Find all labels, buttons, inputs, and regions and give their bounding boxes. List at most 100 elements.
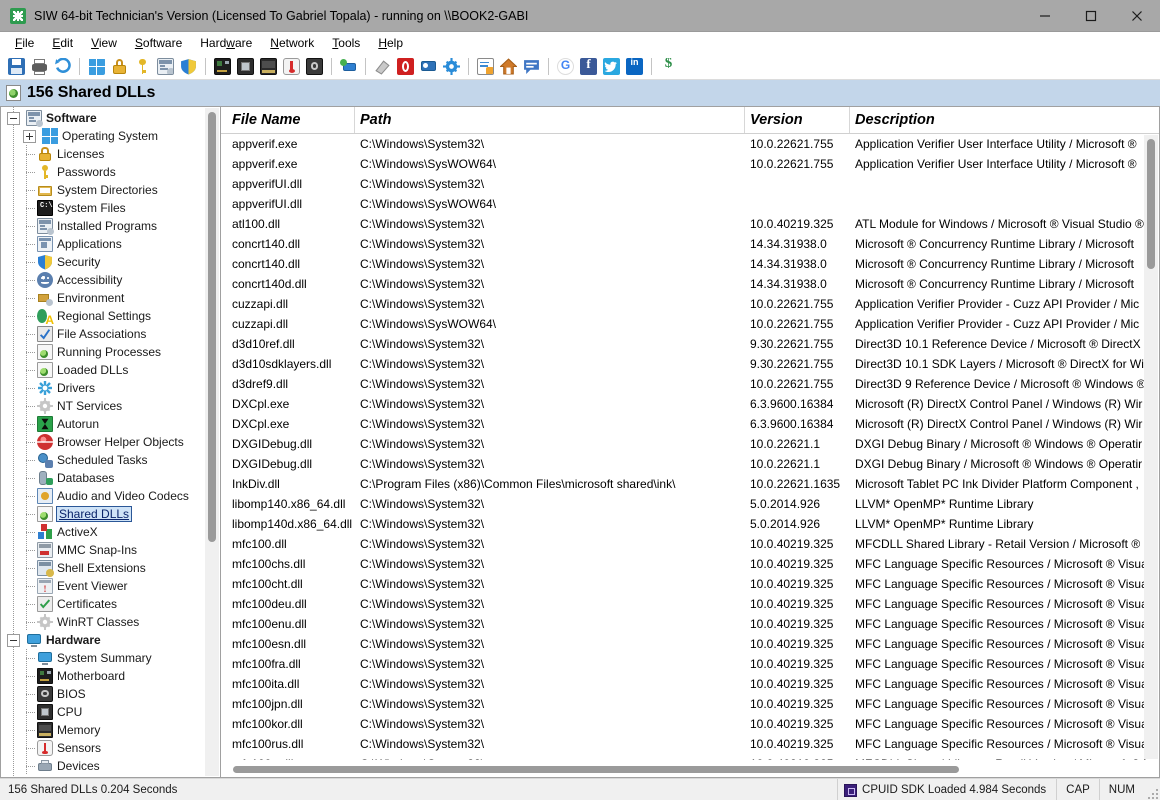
- tree-item-licenses[interactable]: Licenses: [1, 145, 220, 163]
- resize-grip[interactable]: [1144, 779, 1160, 800]
- table-row[interactable]: concrt140.dll C:\Windows\System32\ 14.34.3…: [227, 234, 1159, 254]
- remote-desktop-icon[interactable]: [420, 58, 437, 75]
- feedback-icon[interactable]: [523, 58, 540, 75]
- tree-item-mmc-snap-ins[interactable]: MMC Snap-Ins: [1, 541, 220, 559]
- table-row[interactable]: DXCpl.exe C:\Windows\System32\ 6.3.9600.16…: [227, 414, 1159, 434]
- tree-item-installed-programs[interactable]: Installed Programs: [1, 217, 220, 235]
- tree-item-regional-settings[interactable]: A Regional Settings: [1, 307, 220, 327]
- menu-edit[interactable]: Edit: [43, 34, 82, 52]
- cpu-icon[interactable]: [237, 58, 254, 75]
- tree-item-activex[interactable]: ActiveX: [1, 523, 220, 541]
- table-row[interactable]: mfc100jpn.dll C:\Windows\System32\ 10.0.40…: [227, 694, 1159, 714]
- table-row[interactable]: appverif.exe C:\Windows\SysWOW64\ 10.0.226…: [227, 154, 1159, 174]
- tree-item-sensors[interactable]: Sensors: [1, 739, 220, 757]
- tree-item-operating-system[interactable]: Operating System: [1, 127, 220, 145]
- tree-item-passwords[interactable]: Passwords: [1, 163, 220, 181]
- tree-item-bios[interactable]: BIOS: [1, 685, 220, 703]
- linkedin-icon[interactable]: in: [626, 58, 643, 75]
- storage-disk-icon[interactable]: [306, 58, 323, 75]
- table-row[interactable]: mfc100chs.dll C:\Windows\System32\ 10.0.40…: [227, 554, 1159, 574]
- menu-tools[interactable]: Tools: [323, 34, 369, 52]
- donate-dollar-icon[interactable]: $: [660, 58, 677, 75]
- tree-item-browser-helper-objects[interactable]: Browser Helper Objects: [1, 433, 220, 451]
- tree-item-shell-extensions[interactable]: Shell Extensions: [1, 559, 220, 577]
- google-icon[interactable]: G: [557, 58, 574, 75]
- menu-help[interactable]: Help: [369, 34, 412, 52]
- tree-item-audio-and-video-codecs[interactable]: Audio and Video Codecs: [1, 487, 220, 505]
- tree-item-drivers[interactable]: Drivers: [1, 379, 220, 397]
- table-row[interactable]: mfc100enu.dll C:\Windows\System32\ 10.0.40…: [227, 614, 1159, 634]
- table-row[interactable]: d3d10ref.dll C:\Windows\System32\ 9.30.226…: [227, 334, 1159, 354]
- tree-item-security[interactable]: Security: [1, 253, 220, 271]
- column-header-description[interactable]: Description: [850, 107, 1159, 133]
- licenses-lock-icon[interactable]: [111, 58, 128, 75]
- tree-item-system-files[interactable]: C:\ System Files: [1, 199, 220, 217]
- close-button[interactable]: [1114, 0, 1160, 32]
- table-row[interactable]: DXCpl.exe C:\Windows\System32\ 6.3.9600.16…: [227, 394, 1159, 414]
- tree-item-nt-services[interactable]: NT Services: [1, 397, 220, 415]
- menu-hardware[interactable]: Hardware: [191, 34, 261, 52]
- tree-item-system-summary[interactable]: System Summary: [1, 649, 220, 667]
- eraser-icon[interactable]: [374, 58, 391, 75]
- table-row[interactable]: mfc100kor.dll C:\Windows\System32\ 10.0.40…: [227, 714, 1159, 734]
- tree-item-environment[interactable]: Environment: [1, 289, 220, 307]
- column-header-path[interactable]: Path: [355, 107, 745, 133]
- table-row[interactable]: concrt140.dll C:\Windows\System32\ 14.34.3…: [227, 254, 1159, 274]
- list-vertical-scroll-thumb[interactable]: [1147, 139, 1155, 269]
- expand-plus-icon[interactable]: [23, 129, 36, 143]
- collapse-minus-icon[interactable]: [7, 633, 20, 647]
- tree-item-loaded-dlls[interactable]: Loaded DLLs: [1, 361, 220, 379]
- settings-gear-icon[interactable]: [443, 58, 460, 75]
- column-header-file-name[interactable]: File Name: [227, 107, 355, 133]
- motherboard-icon[interactable]: [214, 58, 231, 75]
- tree-item-accessibility[interactable]: Accessibility: [1, 271, 220, 289]
- tree-item-databases[interactable]: Databases: [1, 469, 220, 487]
- tree-scroll-thumb[interactable]: [208, 112, 216, 542]
- collapse-minus-icon[interactable]: [7, 111, 20, 125]
- table-row[interactable]: libomp140.x86_64.dll C:\Windows\System32\…: [227, 494, 1159, 514]
- table-row[interactable]: mfc100fra.dll C:\Windows\System32\ 10.0.40…: [227, 654, 1159, 674]
- table-row[interactable]: cuzzapi.dll C:\Windows\System32\ 10.0.2262…: [227, 294, 1159, 314]
- list-horizontal-scroll-thumb[interactable]: [233, 766, 959, 773]
- tree-item-autorun[interactable]: Autorun: [1, 415, 220, 433]
- operating-system-icon[interactable]: [88, 58, 105, 75]
- tree-item-system-directories[interactable]: System Directories: [1, 181, 220, 199]
- table-row[interactable]: appverif.exe C:\Windows\System32\ 10.0.226…: [227, 134, 1159, 154]
- table-row[interactable]: cuzzapi.dll C:\Windows\SysWOW64\ 10.0.2262…: [227, 314, 1159, 334]
- security-shield-icon[interactable]: [180, 58, 197, 75]
- memory-icon[interactable]: [260, 58, 277, 75]
- sensors-thermometer-icon[interactable]: [283, 58, 300, 75]
- tree-item-memory[interactable]: Memory: [1, 721, 220, 739]
- table-row[interactable]: d3d10sdklayers.dll C:\Windows\System32\ 9.…: [227, 354, 1159, 374]
- report-icon[interactable]: [477, 58, 494, 75]
- tree-item-event-viewer[interactable]: ! Event Viewer: [1, 577, 220, 595]
- tree-item-software[interactable]: Software: [1, 109, 220, 127]
- column-header-version[interactable]: Version: [745, 107, 850, 133]
- facebook-icon[interactable]: f: [580, 58, 597, 75]
- tree-item-cpu[interactable]: CPU: [1, 703, 220, 721]
- refresh-icon[interactable]: [54, 58, 71, 75]
- table-row[interactable]: appverifUI.dll C:\Windows\System32\: [227, 174, 1159, 194]
- menu-network[interactable]: Network: [261, 34, 323, 52]
- minimize-button[interactable]: [1022, 0, 1068, 32]
- tree-item-motherboard[interactable]: Motherboard: [1, 667, 220, 685]
- tree-vertical-scrollbar[interactable]: [205, 108, 219, 776]
- table-row[interactable]: concrt140d.dll C:\Windows\System32\ 14.34.…: [227, 274, 1159, 294]
- tree-item-file-associations[interactable]: File Associations: [1, 325, 220, 343]
- tree-item-winrt-classes[interactable]: WinRT Classes: [1, 613, 220, 631]
- table-row[interactable]: mfc100.dll C:\Windows\System32\ 10.0.40219…: [227, 534, 1159, 554]
- table-row[interactable]: mfc100ita.dll C:\Windows\System32\ 10.0.40…: [227, 674, 1159, 694]
- tree-item-hardware[interactable]: Hardware: [1, 631, 220, 649]
- maximize-button[interactable]: [1068, 0, 1114, 32]
- table-row[interactable]: InkDiv.dll C:\Program Files (x86)\Common …: [227, 474, 1159, 494]
- table-row[interactable]: mfc100rus.dll C:\Windows\System32\ 10.0.40…: [227, 734, 1159, 754]
- tree-item-running-processes[interactable]: Running Processes: [1, 343, 220, 361]
- tree-item-scheduled-tasks[interactable]: Scheduled Tasks: [1, 451, 220, 469]
- opera-icon[interactable]: [397, 58, 414, 75]
- print-icon[interactable]: [31, 58, 48, 75]
- table-row[interactable]: libomp140d.x86_64.dll C:\Windows\System32…: [227, 514, 1159, 534]
- menu-file[interactable]: File: [6, 34, 43, 52]
- tree-item-applications[interactable]: Applications: [1, 235, 220, 253]
- installed-programs-icon[interactable]: [157, 58, 174, 75]
- list-vertical-scrollbar[interactable]: [1144, 135, 1158, 759]
